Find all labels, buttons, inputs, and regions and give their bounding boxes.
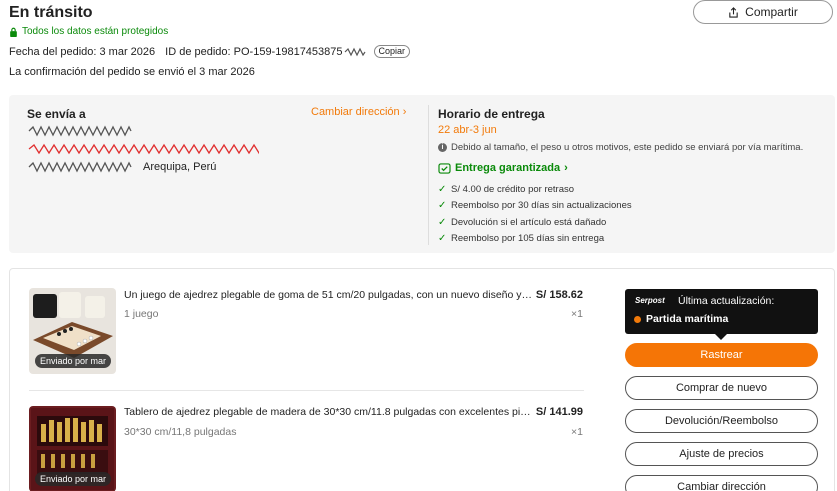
check-icon: ✓ — [438, 216, 447, 228]
carrier-logo: Serpost — [635, 296, 665, 305]
truck-check-icon — [438, 162, 451, 174]
shipped-by-sea-badge: Enviado por mar — [35, 354, 112, 368]
list-item: ✓ Reembolso por 105 días sin entrega — [438, 233, 605, 245]
price-adjust-button[interactable]: Ajuste de precios — [625, 442, 818, 466]
list-item: ✓ Devolución si el artículo está dañado — [438, 216, 607, 228]
order-date: Fecha del pedido: 3 mar 2026 — [9, 45, 156, 58]
product-name-2[interactable]: Tablero de ajedrez plegable de madera de… — [124, 406, 534, 418]
info-icon: i — [438, 143, 447, 152]
redacted-district — [28, 161, 132, 173]
product-variant-1: 1 juego — [124, 308, 159, 320]
track-button[interactable]: Rastrear — [625, 343, 818, 367]
share-icon — [729, 6, 738, 18]
panel-divider — [428, 105, 429, 245]
share-button[interactable]: Compartir — [693, 0, 833, 24]
lock-icon — [10, 27, 17, 37]
order-id: ID de pedido: PO-159-19817453875 — [165, 45, 343, 58]
order-info: Fecha del pedido: 3 mar 2026 ID de pedid… — [9, 45, 411, 58]
buy-again-button[interactable]: Comprar de nuevo — [625, 376, 818, 400]
delivery-note: i Debido al tamaño, el peso u otros moti… — [438, 142, 803, 153]
redacted-mark — [344, 47, 366, 56]
last-update-label: Última actualización: — [678, 295, 775, 307]
address-city: Arequipa, Perú — [143, 161, 217, 173]
tracking-popover[interactable]: Serpost Última actualización: Partida ma… — [625, 289, 818, 340]
check-icon: ✓ — [438, 183, 447, 195]
shipping-panel: Se envía a Cambiar dirección › Arequipa,… — [9, 95, 835, 253]
ship-to-title: Se envía a — [27, 107, 86, 121]
product-qty-2: ×1 — [571, 426, 583, 438]
return-refund-button[interactable]: Devolución/Reembolso — [625, 409, 818, 433]
redacted-street — [28, 143, 259, 155]
product-name-1[interactable]: Un juego de ajedrez plegable de goma de … — [124, 289, 534, 301]
shipped-by-sea-badge: Enviado por mar — [35, 472, 112, 486]
product-price-2: S/ 141.99 — [535, 406, 583, 418]
product-image-2[interactable]: Enviado por mar — [29, 406, 116, 491]
confirmation-note: La confirmación del pedido se envió el 3… — [9, 66, 255, 78]
secure-note-text: Todos los datos están protegidos — [22, 26, 169, 37]
copy-order-id-button[interactable]: Copiar — [373, 45, 411, 58]
change-address-button[interactable]: Cambiar dirección — [625, 475, 818, 491]
items-panel: Enviado por mar Un juego de ajedrez pleg… — [9, 268, 835, 491]
guarantee-link[interactable]: Entrega garantizada › — [438, 162, 568, 174]
tracking-status: Partida marítima — [634, 313, 728, 325]
status-dot-icon — [634, 315, 641, 323]
delivery-title: Horario de entrega — [438, 107, 545, 121]
product-variant-2: 30*30 cm/11,8 pulgadas — [124, 426, 237, 438]
list-item: ✓ Reembolso por 30 días sin actualizacion… — [438, 200, 632, 212]
secure-note: Todos los datos están protegidos — [9, 26, 168, 37]
list-item: ✓ S/ 4.00 de crédito por retraso — [438, 183, 575, 195]
delivery-range: 22 abr-3 jun — [438, 124, 497, 136]
product-price-1: S/ 158.62 — [535, 289, 583, 301]
product-qty-1: ×1 — [571, 308, 583, 320]
share-label: Compartir — [745, 5, 798, 19]
redacted-name — [28, 125, 132, 137]
product-image-1[interactable]: Enviado por mar — [29, 288, 116, 374]
change-address-link[interactable]: Cambiar dirección › — [311, 106, 406, 118]
check-icon: ✓ — [438, 200, 447, 212]
check-icon: ✓ — [438, 233, 447, 245]
guarantee-list: ✓ S/ 4.00 de crédito por retraso ✓ Reembol… — [438, 181, 632, 247]
page-title: En tránsito — [9, 4, 93, 21]
item-divider — [29, 390, 584, 391]
